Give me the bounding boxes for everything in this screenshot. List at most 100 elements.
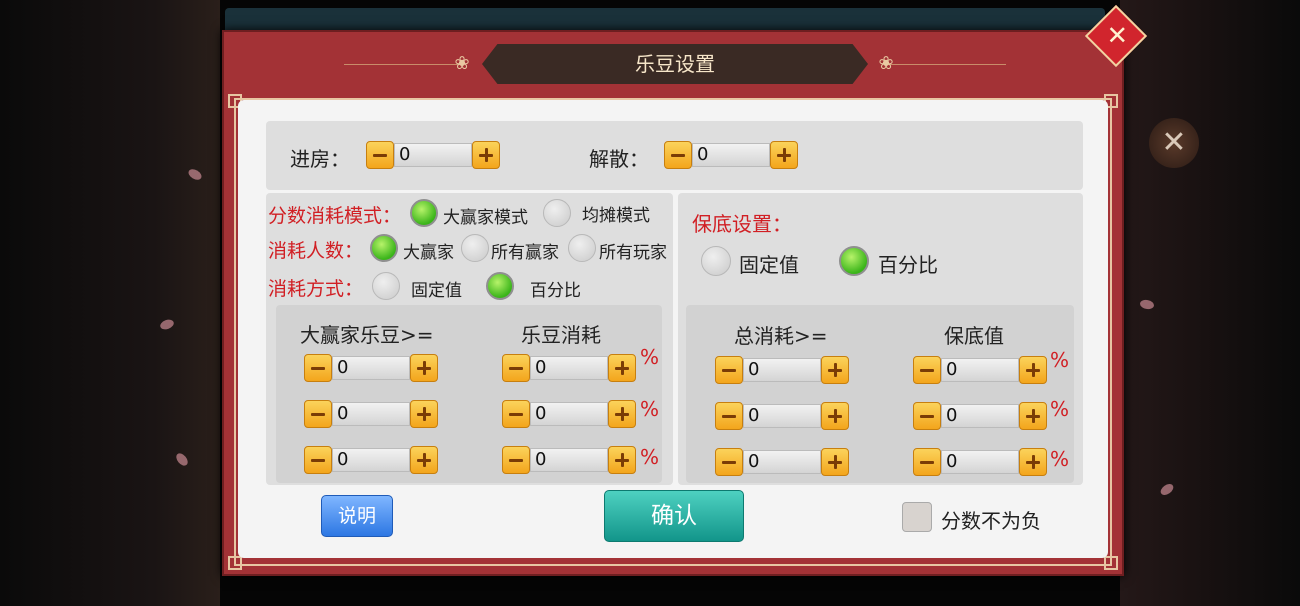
dissolve-stepper: 0 — [664, 141, 798, 169]
table-header: 总消耗>= — [734, 324, 828, 348]
plus-icon[interactable] — [770, 141, 798, 169]
radio-guarantee-fixed[interactable] — [701, 246, 731, 276]
guarantee-value-stepper: 0 — [913, 402, 1047, 430]
radio-label: 大赢家模式 — [443, 208, 528, 228]
guarantee-value-field[interactable]: 0 — [941, 404, 1019, 428]
radio-label: 百分比 — [530, 281, 581, 301]
consume-method-label: 消耗方式： — [268, 278, 364, 300]
radio-all-winners[interactable] — [461, 234, 489, 262]
title-line-left — [344, 64, 464, 65]
cost-stepper: 0 — [502, 446, 636, 474]
plus-icon[interactable] — [608, 446, 636, 474]
dissolve-label: 解散： — [589, 147, 649, 171]
percent-unit: % — [640, 445, 660, 469]
radio-label: 固定值 — [411, 281, 462, 301]
minus-icon[interactable] — [913, 356, 941, 384]
total-consume-field[interactable]: 0 — [743, 358, 821, 382]
threshold-stepper: 0 — [304, 400, 438, 428]
minus-icon[interactable] — [366, 141, 394, 169]
table-header: 大赢家乐豆>= — [300, 323, 434, 347]
table-header: 保底值 — [944, 324, 1004, 348]
help-button[interactable]: 说明 — [321, 495, 393, 537]
plus-icon[interactable] — [608, 400, 636, 428]
radio-label: 均摊模式 — [582, 206, 650, 226]
minus-icon[interactable] — [715, 402, 743, 430]
plus-icon[interactable] — [472, 141, 500, 169]
minus-icon[interactable] — [502, 446, 530, 474]
table-header: 乐豆消耗 — [521, 323, 601, 347]
plus-icon[interactable] — [410, 446, 438, 474]
dialog-title: 乐豆设置 — [635, 52, 715, 76]
guarantee-value-stepper: 0 — [913, 356, 1047, 384]
minus-icon[interactable] — [664, 141, 692, 169]
minus-icon[interactable] — [715, 448, 743, 476]
percent-unit: % — [1050, 397, 1070, 421]
guarantee-value-stepper: 0 — [913, 448, 1047, 476]
plus-icon[interactable] — [821, 448, 849, 476]
threshold-field[interactable]: 0 — [332, 356, 410, 380]
radio-even-split-mode[interactable] — [543, 199, 571, 227]
threshold-stepper: 0 — [304, 354, 438, 382]
cost-field[interactable]: 0 — [530, 448, 608, 472]
cost-field[interactable]: 0 — [530, 402, 608, 426]
threshold-stepper: 0 — [304, 446, 438, 474]
minus-icon[interactable] — [502, 400, 530, 428]
total-consume-field[interactable]: 0 — [743, 450, 821, 474]
plus-icon[interactable] — [608, 354, 636, 382]
minus-icon[interactable] — [913, 448, 941, 476]
radio-label: 大赢家 — [403, 243, 454, 263]
radio-big-winner[interactable] — [370, 234, 398, 262]
minus-icon[interactable] — [304, 400, 332, 428]
plus-icon[interactable] — [1019, 402, 1047, 430]
plus-icon[interactable] — [410, 400, 438, 428]
threshold-field[interactable]: 0 — [332, 402, 410, 426]
radio-label: 所有玩家 — [599, 243, 667, 263]
total-consume-field[interactable]: 0 — [743, 404, 821, 428]
minus-icon[interactable] — [304, 446, 332, 474]
close-icon[interactable]: ✕ — [1149, 118, 1199, 168]
radio-label: 所有赢家 — [491, 243, 559, 263]
radio-all-players[interactable] — [568, 234, 596, 262]
plus-icon[interactable] — [821, 402, 849, 430]
cost-stepper: 0 — [502, 354, 636, 382]
radio-big-winner-mode[interactable] — [410, 199, 438, 227]
threshold-field[interactable]: 0 — [332, 448, 410, 472]
nonnegative-checkbox[interactable] — [902, 502, 932, 532]
consumer-count-label: 消耗人数： — [268, 240, 364, 262]
percent-unit: % — [640, 397, 660, 421]
radio-method-fixed[interactable] — [372, 272, 400, 300]
minus-icon[interactable] — [715, 356, 743, 384]
title-plate: 乐豆设置 — [482, 44, 868, 84]
enter-stepper: 0 — [366, 141, 500, 169]
background-left — [0, 0, 220, 606]
total-consume-stepper: 0 — [715, 356, 849, 384]
radio-guarantee-percent[interactable] — [839, 246, 869, 276]
guarantee-value-field[interactable]: 0 — [941, 358, 1019, 382]
guarantee-label: 保底设置： — [692, 212, 792, 236]
flower-ornament-icon: ❀ — [878, 53, 894, 74]
frame-corner-ornament — [1104, 556, 1118, 570]
enter-label: 进房： — [290, 147, 350, 171]
percent-unit: % — [1050, 348, 1070, 372]
cost-stepper: 0 — [502, 400, 636, 428]
flower-ornament-icon: ❀ — [454, 53, 470, 74]
guarantee-value-field[interactable]: 0 — [941, 450, 1019, 474]
minus-icon[interactable] — [913, 402, 941, 430]
dissolve-value-field[interactable]: 0 — [692, 143, 770, 167]
radio-method-percent[interactable] — [486, 272, 514, 300]
enter-value-field[interactable]: 0 — [394, 143, 472, 167]
score-mode-label: 分数消耗模式： — [268, 205, 402, 227]
radio-label: 百分比 — [878, 253, 938, 277]
percent-unit: % — [1050, 447, 1070, 471]
plus-icon[interactable] — [1019, 448, 1047, 476]
percent-unit: % — [640, 345, 660, 369]
title-line-right — [886, 64, 1006, 65]
minus-icon[interactable] — [304, 354, 332, 382]
cost-field[interactable]: 0 — [530, 356, 608, 380]
total-consume-stepper: 0 — [715, 448, 849, 476]
plus-icon[interactable] — [821, 356, 849, 384]
plus-icon[interactable] — [1019, 356, 1047, 384]
confirm-button[interactable]: 确认 — [604, 490, 744, 542]
plus-icon[interactable] — [410, 354, 438, 382]
minus-icon[interactable] — [502, 354, 530, 382]
